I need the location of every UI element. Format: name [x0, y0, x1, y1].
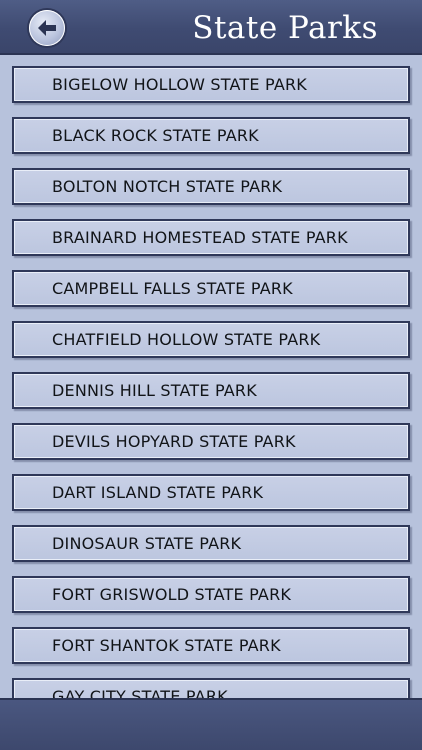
- list-item-label: BLACK ROCK STATE PARK: [52, 126, 259, 145]
- list-item-label: BIGELOW HOLLOW STATE PARK: [52, 75, 307, 94]
- list-item[interactable]: FORT SHANTOK STATE PARK: [12, 627, 410, 664]
- list-item-label: CAMPBELL FALLS STATE PARK: [52, 279, 293, 298]
- list-item[interactable]: BIGELOW HOLLOW STATE PARK: [12, 66, 410, 103]
- list-item-label: FORT GRISWOLD STATE PARK: [52, 585, 292, 604]
- back-button[interactable]: [29, 10, 65, 46]
- bottom-bar: [0, 698, 422, 750]
- list-item[interactable]: DEVILS HOPYARD STATE PARK: [12, 423, 410, 460]
- list-item[interactable]: DENNIS HILL STATE PARK: [12, 372, 410, 409]
- list-item[interactable]: CAMPBELL FALLS STATE PARK: [12, 270, 410, 307]
- list-item[interactable]: BLACK ROCK STATE PARK: [12, 117, 410, 154]
- list-item[interactable]: BRAINARD HOMESTEAD STATE PARK: [12, 219, 410, 256]
- list-item[interactable]: GAY CITY STATE PARK: [12, 678, 410, 698]
- list-item-label: BOLTON NOTCH STATE PARK: [52, 177, 283, 196]
- page-title: State Parks: [192, 10, 378, 46]
- list-item[interactable]: FORT GRISWOLD STATE PARK: [12, 576, 410, 613]
- top-bar: State Parks: [0, 0, 422, 55]
- list-item-label: FORT SHANTOK STATE PARK: [52, 636, 281, 655]
- list-item-label: DEVILS HOPYARD STATE PARK: [52, 432, 296, 451]
- list-item-label: CHATFIELD HOLLOW STATE PARK: [52, 330, 321, 349]
- list-item[interactable]: DART ISLAND STATE PARK: [12, 474, 410, 511]
- list-item-label: DENNIS HILL STATE PARK: [52, 381, 257, 400]
- list-item-label: DINOSAUR STATE PARK: [52, 534, 242, 553]
- list-item[interactable]: CHATFIELD HOLLOW STATE PARK: [12, 321, 410, 358]
- list-item-label: BRAINARD HOMESTEAD STATE PARK: [52, 228, 348, 247]
- list-item[interactable]: BOLTON NOTCH STATE PARK: [12, 168, 410, 205]
- list-item-label: GAY CITY STATE PARK: [52, 687, 228, 698]
- back-arrow-icon: [38, 20, 56, 36]
- park-list[interactable]: BIGELOW HOLLOW STATE PARK BLACK ROCK STA…: [0, 55, 422, 698]
- list-item-label: DART ISLAND STATE PARK: [52, 483, 264, 502]
- list-item[interactable]: DINOSAUR STATE PARK: [12, 525, 410, 562]
